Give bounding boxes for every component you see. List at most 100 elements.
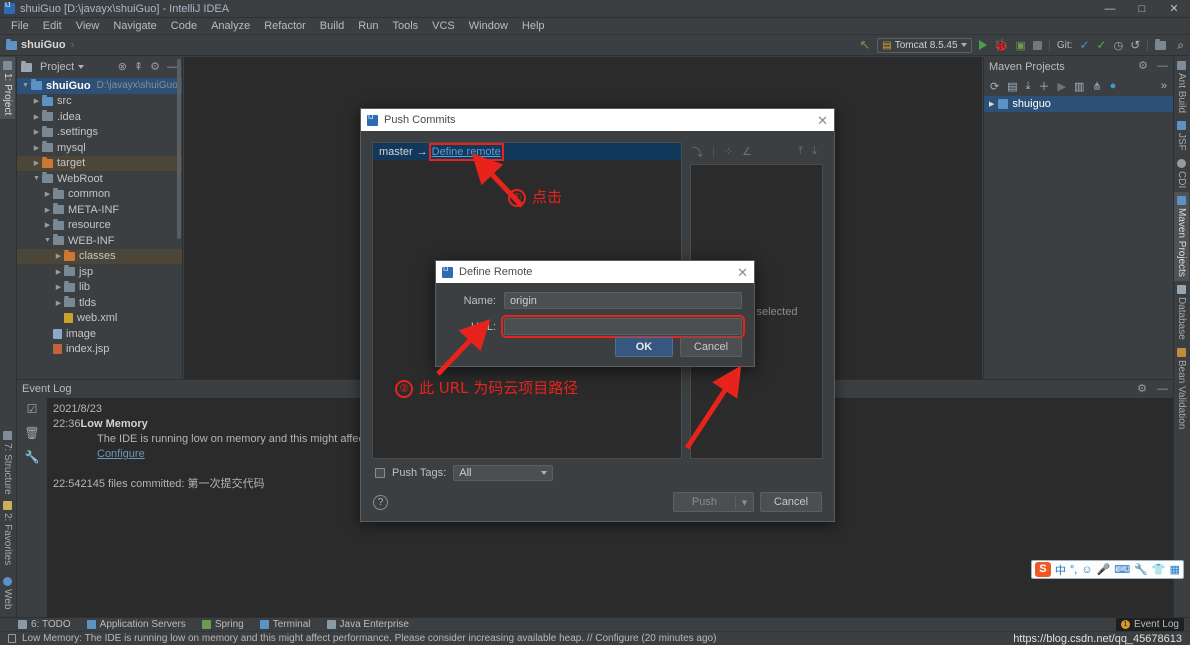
project-panel-title-group[interactable]: Project: [21, 60, 85, 73]
generate-sources-icon[interactable]: ▤: [1007, 80, 1017, 93]
ok-button[interactable]: OK: [615, 337, 673, 357]
more-actions-icon[interactable]: »: [1161, 80, 1167, 92]
menu-item-navigate[interactable]: Navigate: [106, 18, 163, 35]
sidebar-item-bean-validation[interactable]: Bean Validation: [1174, 344, 1189, 433]
help-button[interactable]: ?: [373, 494, 388, 510]
menu-item-build[interactable]: Build: [313, 18, 351, 35]
tree-node-web-inf[interactable]: ▼ WEB-INF: [17, 233, 182, 249]
tree-node-resource[interactable]: ▶ resource: [17, 218, 182, 234]
project-tree[interactable]: ▼ shuiGuo D:\javayx\shuiGuo ▶ src ▶ .idea ▶ .set…: [17, 77, 182, 357]
ime-mode-chinese[interactable]: 中: [1055, 562, 1066, 578]
ime-skin-icon[interactable]: 👕: [1152, 563, 1166, 576]
menu-item-window[interactable]: Window: [462, 18, 515, 35]
download-sources-icon[interactable]: ⤓: [1026, 80, 1031, 93]
tree-node--idea[interactable]: ▶ .idea: [17, 109, 182, 125]
tree-node-meta-inf[interactable]: ▶ META-INF: [17, 202, 182, 218]
toggle-skip-tests-icon[interactable]: ⋔: [1092, 80, 1101, 93]
menu-item-edit[interactable]: Edit: [36, 18, 69, 35]
menu-item-run[interactable]: Run: [351, 18, 385, 35]
project-structure-icon[interactable]: [1155, 38, 1167, 50]
sidebar-item-database[interactable]: Database: [1174, 281, 1189, 344]
expand-arrow-icon[interactable]: ▶: [31, 144, 42, 152]
sidebar-item-maven-projects[interactable]: Maven Projects: [1174, 192, 1189, 281]
event-log-notification-button[interactable]: 1 Event Log: [1115, 618, 1184, 631]
expand-arrow-icon[interactable]: ▶: [31, 128, 42, 136]
sidebar-item-favorites[interactable]: 2: Favorites: [0, 497, 15, 569]
expand-arrow-icon[interactable]: ▶: [53, 299, 64, 307]
window-controls[interactable]: — □ ✕: [1094, 0, 1190, 18]
maven-project-root[interactable]: ▶ shuiguo: [984, 96, 1173, 112]
collapse-arrow-icon[interactable]: ▼: [42, 237, 53, 244]
edit-icon[interactable]: ∠: [742, 145, 752, 158]
tree-node-shuiguo[interactable]: ▼ shuiGuo D:\javayx\shuiGuo: [17, 78, 182, 94]
git-history-icon[interactable]: ◷: [1114, 39, 1124, 52]
collapse-icon[interactable]: ⤒: [798, 145, 803, 158]
tree-node-mysql[interactable]: ▶ mysql: [17, 140, 182, 156]
sidebar-item-structure[interactable]: 7: Structure: [0, 427, 15, 499]
tool-window-java-enterprise[interactable]: Java Enterprise: [326, 619, 409, 630]
expand-arrow-icon[interactable]: ▶: [53, 252, 64, 260]
sidebar-item-jsf[interactable]: JSF: [1174, 117, 1189, 155]
minimize-button[interactable]: —: [1094, 0, 1126, 18]
run-goal-icon[interactable]: ▶: [1058, 80, 1066, 93]
gear-icon[interactable]: ⚙: [150, 61, 160, 73]
sidebar-item-project[interactable]: 1: Project: [0, 57, 15, 120]
git-commit-icon[interactable]: ✓: [1097, 38, 1107, 52]
push-button[interactable]: Push ▾: [672, 492, 754, 512]
debug-icon[interactable]: 🐞: [994, 38, 1009, 52]
gear-icon[interactable]: ⚙: [1138, 61, 1148, 72]
hide-panel-icon[interactable]: —: [1157, 61, 1168, 72]
configure-link[interactable]: Configure: [97, 448, 145, 460]
expand-arrow-icon[interactable]: ▶: [42, 190, 53, 198]
ime-punctuation-icon[interactable]: °,: [1070, 564, 1077, 576]
mark-read-icon[interactable]: ☑: [27, 402, 38, 416]
expand-all-icon[interactable]: ⇞: [134, 61, 143, 73]
tool-window-terminal[interactable]: Terminal: [259, 619, 311, 630]
sidebar-item-web[interactable]: Web: [0, 573, 15, 613]
search-icon[interactable]: ⌕: [1177, 38, 1184, 53]
close-button[interactable]: ✕: [1158, 0, 1190, 18]
ime-menu-icon[interactable]: ▦: [1170, 563, 1180, 576]
tree-node-image[interactable]: image: [17, 326, 182, 342]
tree-node-target[interactable]: ▶ target: [17, 155, 182, 171]
chevron-down-icon[interactable]: ▾: [735, 495, 753, 509]
tree-node--settings[interactable]: ▶ .settings: [17, 125, 182, 141]
menu-item-file[interactable]: File: [4, 18, 36, 35]
remote-cancel-button[interactable]: Cancel: [680, 337, 742, 357]
sogou-ime-toolbar[interactable]: S 中 °, ☺ 🎤 ⌨ 🔧 👕 ▦: [1030, 560, 1184, 579]
add-maven-project-icon[interactable]: ＋: [1039, 78, 1050, 94]
menu-item-analyze[interactable]: Analyze: [204, 18, 257, 35]
push-tags-select[interactable]: All: [453, 465, 554, 481]
tree-node-webroot[interactable]: ▼ WebRoot: [17, 171, 182, 187]
git-update-icon[interactable]: ✓: [1079, 38, 1089, 52]
execute-goal-icon[interactable]: ▥: [1074, 80, 1084, 93]
tree-node-index-jsp[interactable]: index.jsp: [17, 342, 182, 358]
push-cancel-button[interactable]: Cancel: [760, 492, 822, 512]
menu-item-vcs[interactable]: VCS: [425, 18, 462, 35]
cherry-pick-icon[interactable]: ⤵: [692, 144, 703, 160]
ime-keyboard-icon[interactable]: ⌨: [1114, 563, 1130, 576]
sogou-logo-icon[interactable]: S: [1034, 562, 1051, 577]
run-icon[interactable]: [978, 40, 987, 50]
collapse-arrow-icon[interactable]: ▼: [31, 175, 42, 182]
stop-icon[interactable]: [1032, 40, 1042, 50]
sidebar-item-cdi[interactable]: CDI: [1174, 155, 1189, 192]
tool-window-todo[interactable]: 6: TODO: [18, 619, 71, 630]
tree-node-web-xml[interactable]: web.xml: [17, 311, 182, 327]
menu-item-view[interactable]: View: [69, 18, 107, 35]
expand-arrow-icon[interactable]: ▶: [42, 221, 53, 229]
push-tags-checkbox[interactable]: [375, 468, 385, 478]
show-diff-icon[interactable]: ⁘: [724, 145, 733, 158]
run-with-coverage-icon[interactable]: ▣: [1016, 39, 1026, 52]
tree-node-src[interactable]: ▶ src: [17, 94, 182, 110]
build-icon[interactable]: ↖: [859, 37, 870, 53]
tool-window-application-servers[interactable]: Application Servers: [86, 619, 186, 630]
tree-node-classes[interactable]: ▶ classes: [17, 248, 182, 264]
collapse-all-icon[interactable]: ⊗: [118, 61, 127, 73]
close-icon[interactable]: ✕: [737, 266, 748, 279]
git-revert-icon[interactable]: ↺: [1130, 38, 1140, 52]
breadcrumb[interactable]: shuiGuo ›: [6, 38, 79, 51]
chevron-down-icon[interactable]: [78, 65, 85, 69]
menu-item-help[interactable]: Help: [515, 18, 552, 35]
expand-arrow-icon[interactable]: ▶: [53, 283, 64, 291]
